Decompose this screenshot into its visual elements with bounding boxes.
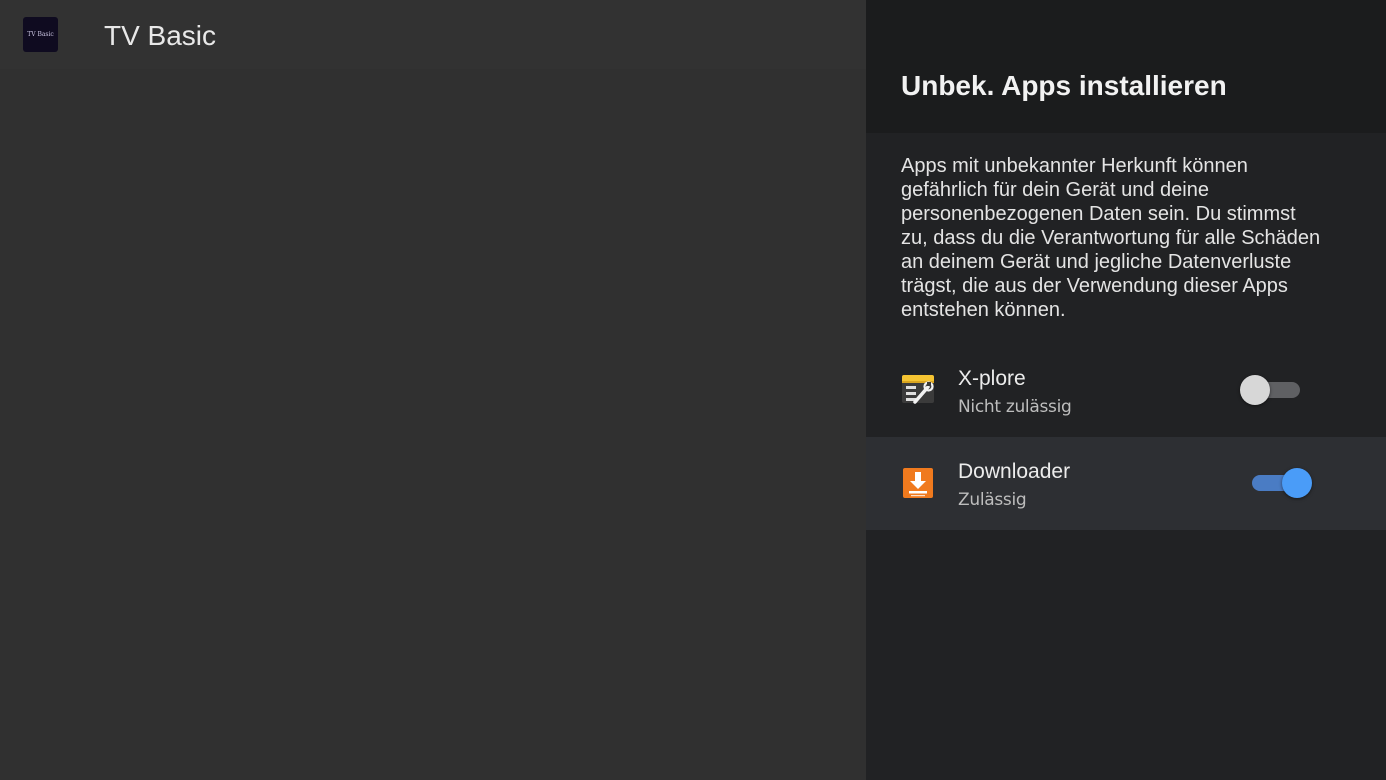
- app-icon-label: TV Basic: [27, 31, 54, 38]
- app-row-xplore[interactable]: X-plore Nicht zulässig: [866, 343, 1386, 436]
- toggle-thumb: [1240, 375, 1270, 405]
- app-name: X-plore: [958, 367, 1026, 390]
- downloader-app-icon: [903, 468, 933, 498]
- panel-title: Unbek. Apps installieren: [901, 70, 1227, 101]
- app-title: TV Basic: [104, 20, 217, 51]
- app-row-downloader[interactable]: Downloader Zulässig: [866, 437, 1386, 530]
- toggle-thumb: [1282, 468, 1312, 498]
- settings-side-panel: Unbek. Apps installieren Apps mit unbeka…: [866, 0, 1386, 780]
- downloader-permission-toggle[interactable]: [1252, 468, 1312, 498]
- app-permission-status: Nicht zulässig: [958, 397, 1072, 417]
- app-name: Downloader: [958, 460, 1071, 483]
- xplore-app-icon: [902, 375, 934, 404]
- tv-basic-app-icon: TV Basic: [23, 17, 58, 52]
- screen: TV Basic TV Basic Unbek. Apps installier…: [0, 0, 1386, 780]
- panel-header: Unbek. Apps installieren: [866, 0, 1386, 133]
- app-content-area: [0, 69, 866, 780]
- app-permission-status: Zulässig: [958, 490, 1027, 510]
- app-toolbar: TV Basic TV Basic: [0, 0, 866, 69]
- xplore-permission-toggle[interactable]: [1240, 375, 1302, 405]
- panel-description: Apps mit unbekannter Herkunft können gef…: [901, 155, 1321, 321]
